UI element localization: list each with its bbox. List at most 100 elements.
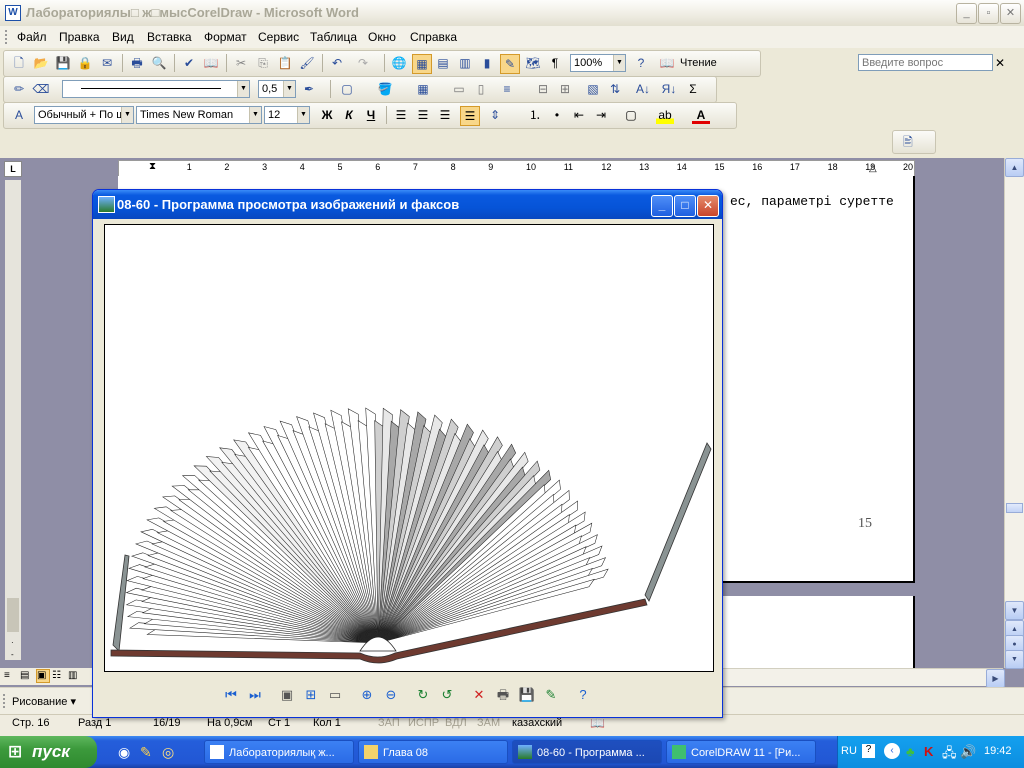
align-right-icon[interactable]: ☰ — [436, 106, 454, 124]
bullets-icon[interactable]: • — [548, 106, 566, 124]
insert-table-2-icon[interactable]: ▦ — [414, 80, 432, 98]
task-folder[interactable]: Глава 08 — [358, 740, 508, 764]
viewer-image[interactable] — [104, 224, 714, 672]
normal-view-icon[interactable]: ≡ — [4, 670, 10, 681]
align-left-icon[interactable]: ☰ — [392, 106, 410, 124]
viewer-title-bar[interactable]: 08-60 - Программа просмотра изображений … — [93, 190, 722, 219]
drawing-toggle-icon[interactable]: ✎ — [500, 54, 520, 74]
distribute-rows-icon[interactable]: ⊟ — [534, 80, 552, 98]
sort-desc-icon[interactable]: Я↓ — [660, 80, 678, 98]
distribute-cols-icon[interactable]: ⊞ — [556, 80, 574, 98]
menu-insert[interactable]: Вставка — [147, 30, 192, 44]
tables-borders-icon[interactable]: ▦ — [412, 54, 432, 74]
draw-table-icon[interactable]: ✏ — [10, 80, 28, 98]
research-icon[interactable]: 📖 — [202, 54, 220, 72]
tray-app-icon[interactable]: ♣ — [906, 744, 915, 759]
save-icon[interactable]: 💾 — [54, 54, 72, 72]
viewer-minimize-icon[interactable]: _ — [651, 195, 673, 217]
border-color-icon[interactable]: ✒ — [300, 80, 318, 98]
print-image-icon[interactable]: 🖶 — [493, 686, 513, 704]
autosum-icon[interactable]: Σ — [684, 80, 702, 98]
viewer-close-icon[interactable]: ✕ — [697, 195, 719, 217]
status-record[interactable]: ЗАП — [378, 717, 400, 729]
print-icon[interactable]: 🖶 — [128, 54, 146, 72]
numbering-icon[interactable]: ⒈ — [526, 106, 544, 124]
line-spacing-icon[interactable]: ⇕ — [486, 106, 504, 124]
undo-icon[interactable]: ↶ — [328, 54, 346, 72]
insert-table-icon[interactable]: ▤ — [434, 54, 452, 72]
minimize-icon[interactable]: _ — [956, 3, 977, 24]
decrease-indent-icon[interactable]: ⇤ — [570, 106, 588, 124]
italic-icon[interactable]: К — [340, 106, 358, 124]
columns-icon[interactable]: ▮ — [478, 54, 496, 72]
quicklaunch-icon[interactable]: ◉ — [118, 744, 130, 761]
previous-image-icon[interactable]: ⏮ — [221, 686, 241, 704]
viewer-app-icon[interactable] — [98, 196, 115, 213]
menu-tools[interactable]: Сервис — [258, 30, 299, 44]
underline-icon[interactable]: Ч — [362, 106, 380, 124]
document-map-icon[interactable]: 🗺 — [524, 54, 542, 72]
font-color-icon[interactable]: A — [692, 106, 710, 124]
status-track[interactable]: ИСПР — [408, 717, 439, 729]
save-copy-icon[interactable]: 💾 — [517, 686, 537, 704]
email-icon[interactable]: ✉ — [98, 54, 116, 72]
autoformat-icon[interactable]: ▧ — [584, 80, 602, 98]
scroll-up-icon[interactable]: ▲ — [1005, 158, 1024, 177]
restore-icon[interactable]: ▫ — [978, 3, 999, 24]
shading-color-icon[interactable]: 🪣 — [376, 80, 394, 98]
close-icon[interactable]: ✕ — [1000, 3, 1021, 24]
menu-edit[interactable]: Правка — [59, 30, 100, 44]
viewer-maximize-icon[interactable]: □ — [674, 195, 696, 217]
status-extend[interactable]: ВДЛ — [445, 717, 467, 729]
copy-icon[interactable]: ⎘ — [254, 54, 272, 72]
read-icon[interactable]: 📖 — [658, 54, 676, 72]
line-style-select[interactable]: ▼ — [62, 80, 250, 98]
rotate-counterclockwise-icon[interactable]: ↺ — [437, 686, 457, 704]
print-layout-icon[interactable]: ▣ — [36, 669, 50, 683]
quicklaunch-icon[interactable]: ✎ — [140, 744, 152, 761]
quicklaunch-icon[interactable]: ◎ — [162, 744, 174, 761]
help-tray-icon[interactable]: ? — [862, 744, 875, 758]
network-icon[interactable]: 🖧 — [942, 744, 957, 766]
next-image-icon[interactable]: ⏭ — [245, 686, 265, 704]
spelling-status-icon[interactable]: 📖 — [590, 716, 605, 730]
drawing-menu-button[interactable]: Рисование ▾ — [12, 695, 76, 708]
vertical-ruler[interactable]: · - — [5, 180, 21, 660]
outside-border-icon[interactable]: ▢ — [338, 80, 356, 98]
menu-grip[interactable] — [5, 30, 10, 44]
scroll-thumb[interactable] — [1006, 503, 1023, 513]
task-viewer[interactable]: 08-60 - Программа ... — [512, 740, 662, 764]
hyperlink-icon[interactable]: 🌐 — [390, 54, 408, 72]
menu-table[interactable]: Таблица — [310, 30, 357, 44]
vertical-scrollbar[interactable]: ▲ ▼ ▲ ● ▼ — [1004, 158, 1024, 669]
cut-icon[interactable]: ✂ — [232, 54, 250, 72]
zoom-in-icon[interactable]: ⊕ — [357, 686, 377, 704]
task-word[interactable]: Лабораториялық ж... — [204, 740, 354, 764]
web-view-icon[interactable]: ▤ — [20, 670, 29, 681]
print-preview-icon[interactable]: 🔍 — [150, 54, 168, 72]
toolbar-grip[interactable] — [3, 694, 8, 708]
delete-icon[interactable]: ✕ — [469, 686, 489, 704]
menu-format[interactable]: Формат — [204, 30, 247, 44]
increase-indent-icon[interactable]: ⇥ — [592, 106, 610, 124]
text-direction-icon[interactable]: ⇅ — [606, 80, 624, 98]
help-icon[interactable]: ? — [632, 54, 650, 72]
next-page-icon[interactable]: ▼ — [1005, 650, 1024, 669]
highlight-icon[interactable]: ab — [656, 106, 674, 124]
viewer-help-icon[interactable]: ? — [573, 686, 593, 704]
redo-icon[interactable]: ↷ — [354, 54, 372, 72]
show-formatting-icon[interactable]: ¶ — [546, 54, 564, 72]
rotate-clockwise-icon[interactable]: ↻ — [413, 686, 433, 704]
paste-icon[interactable]: 📋 — [276, 54, 294, 72]
menu-file[interactable]: Файл — [17, 30, 47, 44]
volume-icon[interactable]: 🔊 — [960, 744, 976, 760]
indent-marker-icon[interactable]: ⧗ — [149, 161, 156, 172]
align-center-icon[interactable]: ☰ — [414, 106, 432, 124]
style-select[interactable]: Обычный + По ш ▼ — [34, 106, 134, 124]
menu-help[interactable]: Справка — [410, 30, 457, 44]
insert-excel-icon[interactable]: ▥ — [456, 54, 474, 72]
justify-icon[interactable]: ☰ — [460, 106, 480, 126]
read-button[interactable]: Чтение — [680, 57, 717, 69]
language-indicator[interactable]: RU — [841, 745, 857, 757]
align-cell-icon[interactable]: ≡ — [498, 80, 516, 98]
